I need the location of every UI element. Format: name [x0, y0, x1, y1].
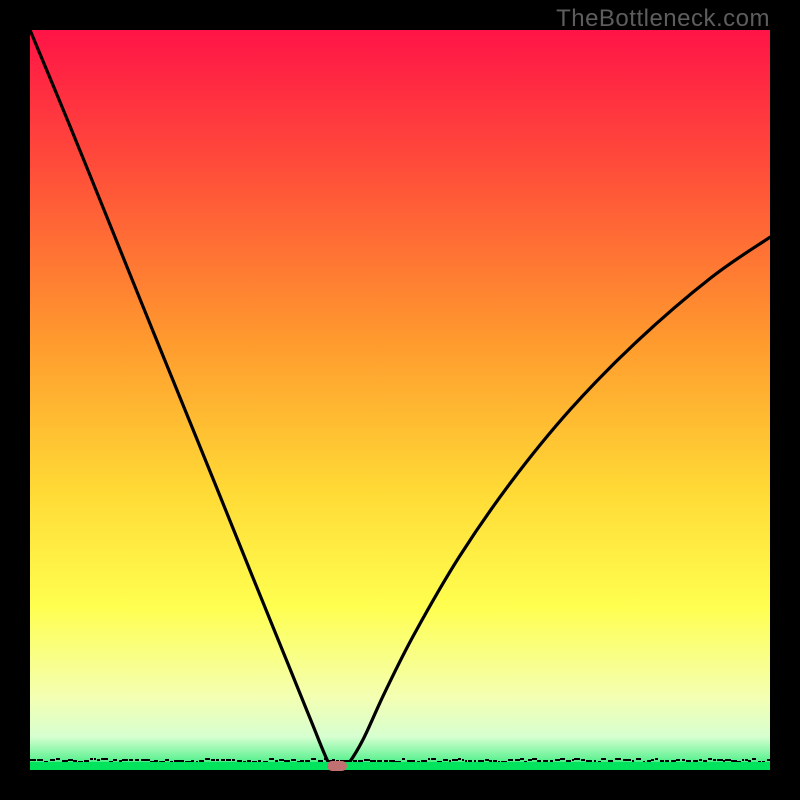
plot-area [30, 30, 770, 770]
chart-frame: TheBottleneck.com [0, 0, 800, 800]
plot-svg [30, 30, 770, 770]
watermark-text: TheBottleneck.com [556, 5, 770, 33]
bottleneck-marker [327, 761, 347, 771]
baseline-strip [30, 762, 770, 770]
